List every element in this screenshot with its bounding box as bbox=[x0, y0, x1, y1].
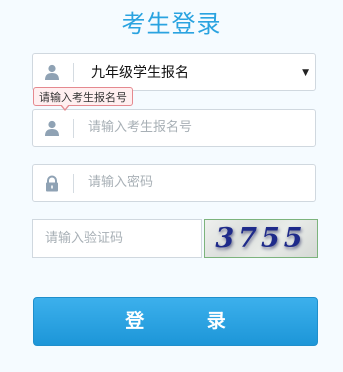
icon-separator bbox=[73, 119, 74, 138]
captcha-text: 3755 bbox=[215, 223, 307, 254]
page-title: 考生登录 bbox=[121, 10, 222, 38]
login-button[interactable]: 登 录 bbox=[33, 297, 318, 346]
tooltip-arrow-inner bbox=[61, 104, 69, 109]
registration-number-field[interactable]: 请输入考生报名号 bbox=[32, 109, 316, 147]
registration-number-placeholder: 请输入考生报名号 bbox=[88, 120, 193, 135]
user-icon bbox=[33, 110, 71, 146]
caret-down-icon: ▼ bbox=[302, 68, 309, 78]
icon-separator bbox=[73, 63, 74, 82]
captcha-image[interactable]: 3755 bbox=[204, 219, 318, 258]
captcha-field[interactable]: 请输入验证码 bbox=[32, 219, 202, 258]
password-placeholder: 请输入密码 bbox=[88, 175, 154, 190]
exam-type-select[interactable]: 九年级学生报名 ▼ bbox=[32, 53, 316, 91]
icon-separator bbox=[73, 174, 74, 193]
user-icon bbox=[33, 54, 71, 90]
captcha-placeholder: 请输入验证码 bbox=[45, 231, 124, 246]
validation-tooltip: 请输入考生报名号 bbox=[33, 87, 133, 106]
lock-icon bbox=[33, 165, 71, 201]
password-field[interactable]: 请输入密码 bbox=[32, 164, 316, 202]
